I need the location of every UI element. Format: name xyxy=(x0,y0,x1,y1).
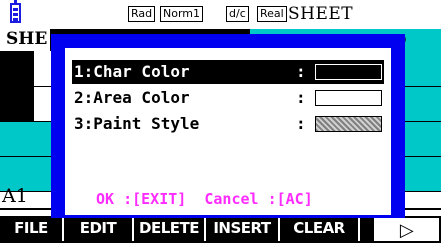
menu-item-label: 1:Char Color xyxy=(74,62,190,81)
f4-insert-key[interactable]: INSERT xyxy=(206,216,280,241)
f2-edit-key[interactable]: EDIT xyxy=(64,216,134,241)
menu-item-area-color[interactable]: 2:Area Color : xyxy=(72,86,384,110)
battery-icon xyxy=(10,0,21,23)
fraction-mode-indicator: d/c xyxy=(226,6,249,22)
char-color-swatch xyxy=(315,64,382,80)
function-key-bar: FILE EDIT DELETE INSERT CLEAR ▷ xyxy=(0,216,441,243)
dialog-footer-hint: OK :[EXIT] Cancel :[AC] xyxy=(96,190,313,208)
menu-item-colon: : xyxy=(296,88,306,107)
paint-style-swatch xyxy=(315,116,382,132)
status-bar: Rad Norm1 d/c Real SHEET xyxy=(0,0,441,28)
menu-item-label: 2:Area Color xyxy=(74,88,190,107)
calculator-screen: Rad Norm1 d/c Real SHEET SHE A B C D A1 … xyxy=(0,0,441,243)
f3-delete-key[interactable]: DELETE xyxy=(134,216,206,241)
f5-clear-key[interactable]: CLEAR xyxy=(280,216,360,241)
menu-item-label: 3:Paint Style xyxy=(74,114,200,133)
area-color-swatch xyxy=(315,90,382,106)
number-mode-indicator: Real xyxy=(257,6,287,22)
app-name: SHEET xyxy=(288,4,354,24)
display-mode-indicator: Norm1 xyxy=(160,6,204,22)
menu-item-colon: : xyxy=(296,62,306,81)
menu-item-colon: : xyxy=(296,114,306,133)
menu-item-paint-style[interactable]: 3:Paint Style : xyxy=(72,112,384,136)
angle-mode-indicator: Rad xyxy=(128,6,156,22)
f1-file-key[interactable]: FILE xyxy=(0,216,64,241)
current-cell-reference: A1 xyxy=(2,185,28,207)
f6-next-arrow-key[interactable]: ▷ xyxy=(372,216,441,241)
menu-item-char-color[interactable]: 1:Char Color : xyxy=(72,60,384,84)
sheet-name: SHE xyxy=(6,29,48,49)
